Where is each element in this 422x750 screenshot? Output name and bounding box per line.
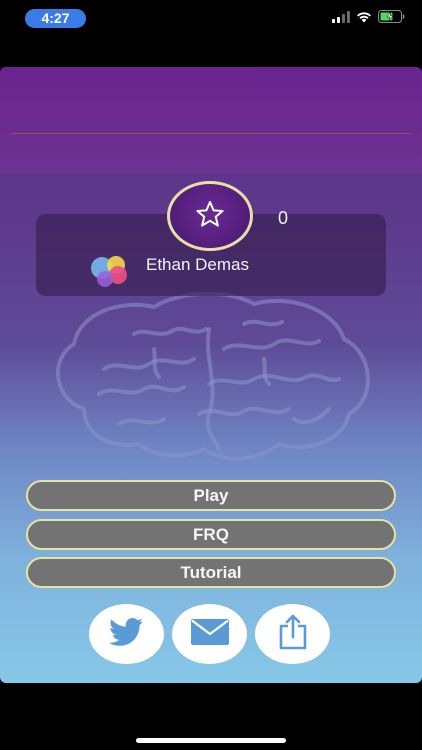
header-divider: [10, 133, 412, 134]
mail-envelope-icon: [190, 618, 230, 651]
score-value: 0: [278, 208, 289, 228]
twitter-bird-icon: [108, 617, 145, 652]
tutorial-button[interactable]: Tutorial: [26, 557, 396, 588]
wifi-icon: [356, 10, 372, 28]
player-name: Ethan Demas: [146, 255, 249, 274]
header-band: [0, 67, 422, 174]
frq-button[interactable]: FRQ: [26, 519, 396, 550]
home-indicator[interactable]: [136, 738, 286, 743]
mail-share-button[interactable]: [172, 604, 247, 664]
status-icons: [332, 10, 405, 28]
game-center-bubbles-icon[interactable]: [90, 254, 130, 288]
status-bar: 4:27: [0, 0, 422, 40]
star-icon: [195, 200, 225, 233]
twitter-share-button[interactable]: [89, 604, 164, 664]
score-badge[interactable]: [167, 181, 253, 251]
status-time[interactable]: 4:27: [25, 9, 86, 28]
cellular-signal-icon: [332, 10, 350, 28]
battery-charging-icon: [378, 10, 405, 28]
play-button[interactable]: Play: [26, 480, 396, 511]
app-screen: 4:27 Ethan Demas 0 Play FRQ Tutorial: [0, 0, 422, 750]
app-card: Ethan Demas 0 Play FRQ Tutorial: [0, 67, 422, 683]
share-export-icon: [279, 614, 307, 655]
export-share-button[interactable]: [255, 604, 330, 664]
brain-outline-icon: [56, 291, 370, 461]
